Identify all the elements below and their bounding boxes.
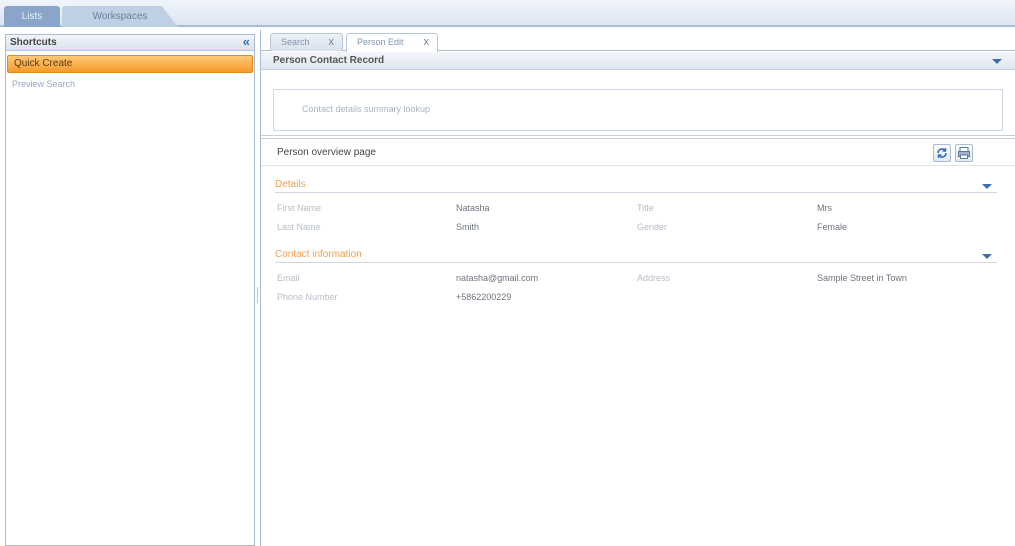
search-summary-text: Contact details summary lookup: [302, 104, 431, 114]
group-details-title: Details: [275, 179, 306, 190]
panel-splitter[interactable]: [257, 287, 258, 303]
shortcuts-title: Shortcuts: [10, 37, 57, 48]
field-value-address: Sample Street in Town: [817, 273, 907, 283]
field-label-email: Email: [277, 273, 300, 283]
tab-workspaces[interactable]: Workspaces: [62, 6, 178, 27]
record-title: Person overview page: [277, 147, 376, 158]
record-header: Person overview page: [261, 140, 1015, 166]
field-value-first-name: Natasha: [456, 203, 490, 213]
field-label-title: Title: [637, 203, 654, 213]
group-contact-header: Contact information: [275, 249, 997, 263]
section-title: Person Contact Record: [273, 55, 385, 66]
field-label-first-name: First Name: [277, 203, 322, 213]
field-value-email: natasha@gmail.com: [456, 273, 539, 283]
tab-person-edit-label: Person Edit: [357, 37, 404, 47]
print-icon: [958, 147, 970, 159]
shortcut-item-preview-search[interactable]: Preview Search: [6, 76, 254, 92]
group-contact-title: Contact information: [275, 249, 362, 260]
field-label-last-name: Last Name: [277, 222, 321, 232]
top-tab-bar: Lists Workspaces: [0, 0, 1015, 27]
collapse-panel-icon[interactable]: «: [243, 35, 250, 49]
field-value-title: Mrs: [817, 203, 832, 213]
search-summary-box[interactable]: Contact details summary lookup: [273, 89, 1003, 131]
shortcuts-panel: Shortcuts « Quick Create Preview Search: [5, 34, 255, 546]
field-value-gender: Female: [817, 222, 848, 232]
section-expand-icon[interactable]: [992, 59, 1002, 64]
group-details-header: Details: [275, 179, 997, 193]
section-header: Person Contact Record: [261, 52, 1015, 70]
tab-person-edit[interactable]: Person Edit x: [346, 33, 438, 52]
shortcut-item-quick-create[interactable]: Quick Create: [7, 55, 253, 73]
group-details-toggle-icon[interactable]: [982, 184, 992, 189]
content-tab-strip: Search x Person Edit x: [261, 30, 1015, 52]
close-tab-person-edit-icon[interactable]: x: [424, 34, 430, 50]
refresh-icon: [937, 148, 947, 158]
tab-search[interactable]: Search x: [270, 33, 343, 51]
tab-lists[interactable]: Lists: [4, 6, 60, 27]
print-button[interactable]: [955, 144, 973, 162]
field-label-phone: Phone Number: [277, 292, 338, 302]
refresh-button[interactable]: [933, 144, 951, 162]
shortcuts-header: Shortcuts «: [6, 35, 254, 51]
tab-search-label: Search: [281, 37, 310, 47]
close-tab-search-icon[interactable]: x: [329, 34, 335, 50]
group-contact-toggle-icon[interactable]: [982, 254, 992, 259]
field-label-gender: Gender: [637, 222, 668, 232]
field-label-address: Address: [637, 273, 671, 283]
section-divider: [261, 135, 1015, 139]
content-panel: Search x Person Edit x Person Contact Re…: [260, 30, 1015, 546]
field-value-phone: +5862200229: [456, 292, 512, 302]
field-value-last-name: Smith: [456, 222, 480, 232]
